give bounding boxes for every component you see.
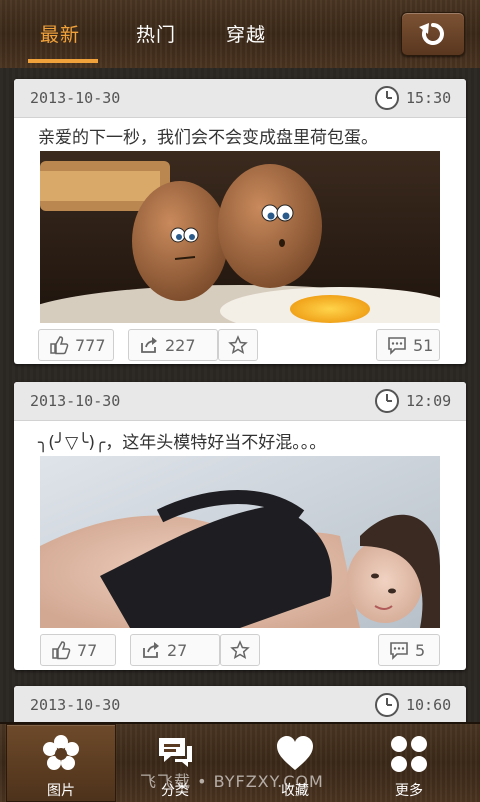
four-dots-icon [391, 736, 427, 772]
comment-count: 51 [413, 335, 434, 355]
comment-button[interactable]: 51 [376, 329, 440, 361]
post-header: 2013-10-30 12:09 [14, 382, 466, 421]
share-icon [143, 642, 159, 658]
nav-item-more[interactable]: 更多 [354, 724, 464, 802]
refresh-button[interactable] [401, 12, 465, 56]
share-count: 227 [165, 335, 196, 355]
share-count: 27 [167, 640, 188, 660]
flower-icon [43, 735, 79, 770]
active-tab-indicator [28, 59, 98, 63]
post-header: 2013-10-30 15:30 [14, 79, 466, 118]
star-icon [228, 335, 248, 355]
comment-button[interactable]: 5 [378, 634, 440, 666]
post-date: 2013-10-30 [30, 392, 121, 410]
thumbs-up-icon [50, 336, 69, 355]
feed-list[interactable]: 2013-10-30 15:30 亲爱的下一秒，我们会不会变成盘里荷包蛋。 77… [0, 68, 480, 722]
post-time: 15:30 [406, 89, 452, 107]
refresh-icon [419, 23, 444, 45]
share-button[interactable]: 27 [130, 634, 220, 666]
nav-label: 更多 [395, 783, 423, 799]
post-caption: ╮(╯▽╰)╭，这年头模特好当不好混。。。 [38, 433, 327, 453]
post-card: 2013-10-30 15:30 亲爱的下一秒，我们会不会变成盘里荷包蛋。 77… [14, 79, 466, 364]
tab-time-travel[interactable]: 穿越 [226, 20, 266, 47]
favorite-button[interactable] [218, 329, 258, 361]
tab-latest[interactable]: 最新 [40, 20, 80, 47]
post-card: 2013-10-30 10:60 [14, 686, 466, 722]
like-count: 777 [75, 335, 106, 355]
top-bar: 最新 热门 穿越 [0, 0, 480, 68]
like-count: 77 [77, 640, 98, 660]
share-button[interactable]: 227 [128, 329, 218, 361]
nav-item-pictures[interactable]: 图片 [6, 724, 116, 802]
post-date: 2013-10-30 [30, 696, 121, 714]
post-time: 10:60 [406, 696, 452, 714]
thumbs-up-icon [52, 641, 71, 660]
star-icon [230, 640, 250, 660]
like-button[interactable]: 777 [38, 329, 114, 361]
share-icon [141, 337, 157, 353]
post-caption: 亲爱的下一秒，我们会不会变成盘里荷包蛋。 [38, 128, 378, 148]
comment-icon [388, 337, 406, 355]
clock-icon [375, 86, 399, 110]
like-button[interactable]: 77 [40, 634, 116, 666]
post-image[interactable] [40, 456, 440, 628]
post-card: 2013-10-30 12:09 ╮(╯▽╰)╭，这年头模特好当不好混。。。 7… [14, 382, 466, 670]
tab-hot[interactable]: 热门 [136, 20, 176, 47]
clock-icon [375, 389, 399, 413]
watermark-text: 飞飞载 • BYFZXY.COM [140, 772, 324, 791]
favorite-button[interactable] [220, 634, 260, 666]
nav-label: 图片 [47, 783, 75, 799]
comment-icon [390, 642, 408, 660]
clock-icon [375, 693, 399, 717]
post-time: 12:09 [406, 392, 452, 410]
comment-count: 5 [415, 640, 426, 660]
post-image[interactable] [40, 151, 440, 323]
post-date: 2013-10-30 [30, 89, 121, 107]
post-header: 2013-10-30 10:60 [14, 686, 466, 722]
